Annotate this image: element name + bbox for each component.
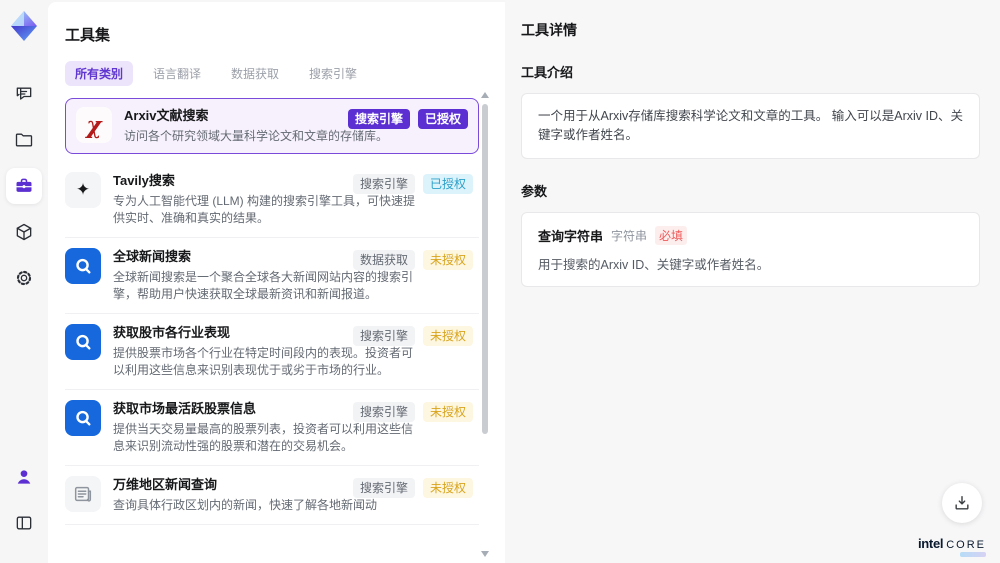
tool-list-panel: 工具集 所有类别 语言翻译 数据获取 搜索引擎 χ Arxiv文献搜索 访问各个… (48, 2, 505, 563)
tool-item-tavily[interactable]: ✦ Tavily搜索 专为人工智能代理 (LLM) 构建的搜索引擎工具，可快速提… (65, 162, 479, 238)
panel-layout-icon (16, 516, 32, 530)
tool-item-global-news[interactable]: 全球新闻搜索 全球新闻搜索是一个聚合全球各大新闻网站内容的搜索引擎，帮助用户快速… (65, 238, 479, 314)
scrollbar-thumb[interactable] (482, 104, 488, 434)
sidebar-item-account[interactable] (6, 459, 42, 495)
list-scrollbar (481, 92, 489, 557)
blue-search-logo-icon (65, 248, 101, 284)
four-point-star-icon: ✦ (65, 172, 101, 208)
cube-icon (16, 223, 32, 241)
auth-status-badge: 已授权 (417, 109, 468, 129)
tab-all-categories[interactable]: 所有类别 (65, 61, 134, 86)
category-badge: 数据获取 (352, 250, 415, 270)
chat-icon (16, 87, 32, 100)
tab-search-engine[interactable]: 搜索引擎 (299, 61, 367, 86)
tool-detail-panel: 工具详情 工具介绍 一个用于从Arxiv存储库搜索科学论文和文章的工具。 输入可… (505, 0, 1000, 563)
tool-item-arxiv[interactable]: χ Arxiv文献搜索 访问各个研究领域大量科学论文和文章的存储库。 搜索引擎 … (65, 98, 479, 154)
app-window: 工具集 所有类别 语言翻译 数据获取 搜索引擎 χ Arxiv文献搜索 访问各个… (0, 0, 1000, 563)
newspaper-icon (65, 476, 101, 512)
detail-title: 工具详情 (521, 22, 577, 38)
param-description: 用于搜索的Arxiv ID、关键字或作者姓名。 (538, 257, 770, 272)
tool-description: 访问各个研究领域大量科学论文和文章的存储库。 (124, 129, 389, 143)
sidebar-item-chat[interactable] (6, 76, 42, 112)
auth-status-badge: 未授权 (422, 402, 473, 422)
param-name: 查询字符串 (538, 228, 604, 244)
blue-search-logo-icon (65, 324, 101, 360)
sidebar-item-tools[interactable] (6, 168, 42, 204)
download-button[interactable] (942, 483, 982, 523)
app-logo-icon (11, 11, 37, 41)
param-type: 字符串 (611, 228, 648, 243)
intro-section-header: 工具介绍 (521, 65, 574, 80)
tool-description: 专为人工智能代理 (LLM) 构建的搜索引擎工具，可快速提供实时、准确和真实的结… (113, 194, 416, 225)
auth-status-badge: 未授权 (422, 250, 473, 270)
core-wordmark: CORE (946, 539, 986, 551)
download-icon (955, 496, 969, 510)
scroll-up-arrow-icon[interactable] (481, 92, 489, 98)
user-icon (17, 470, 31, 484)
tool-description: 全球新闻搜索是一个聚合全球各大新闻网站内容的搜索引擎，帮助用户快速获取全球最新资… (113, 270, 414, 301)
core-gradient-bar (960, 552, 986, 557)
tool-description: 提供股票市场各个行业在特定时间段内的表现。投资者可以利用这些信息来识别表现优于或… (113, 346, 414, 377)
blue-search-logo-icon (65, 400, 101, 436)
params-section-header: 参数 (521, 183, 548, 199)
intel-wordmark: intel (917, 536, 944, 551)
sidebar-item-packages[interactable] (6, 214, 42, 250)
tool-description: 查询具体行政区划内的新闻，快速了解各地新闻动 (113, 498, 378, 512)
page-title: 工具集 (65, 27, 111, 44)
tab-language-translation[interactable]: 语言翻译 (143, 61, 211, 86)
category-badge: 搜索引擎 (352, 402, 415, 422)
param-box: 查询字符串 字符串 必填 用于搜索的Arxiv ID、关键字或作者姓名。 (521, 211, 980, 287)
sidebar (0, 0, 48, 563)
auth-status-badge: 未授权 (422, 478, 473, 498)
intro-box: 一个用于从Arxiv存储库搜索科学论文和文章的工具。 输入可以是Arxiv ID… (521, 93, 980, 159)
category-tabs: 所有类别 语言翻译 数据获取 搜索引擎 (65, 61, 505, 86)
tool-description: 提供当天交易量最高的股票列表，投资者可以利用这些信息来识别流动性强的股票和潜在的… (113, 422, 414, 453)
settings-icon (16, 270, 32, 286)
scroll-down-arrow-icon[interactable] (481, 551, 489, 557)
tool-item-active-stocks[interactable]: 获取市场最活跃股票信息 提供当天交易量最高的股票列表，投资者可以利用这些信息来识… (65, 390, 479, 466)
category-badge: 搜索引擎 (352, 174, 415, 194)
intel-core-logo: intel CORE (917, 536, 986, 557)
auth-status-badge: 已授权 (422, 174, 473, 194)
folder-icon (15, 133, 33, 147)
toolbox-icon (16, 178, 32, 192)
category-badge: 搜索引擎 (347, 109, 410, 129)
category-badge: 搜索引擎 (352, 326, 415, 346)
sidebar-item-files[interactable] (6, 122, 42, 158)
sidebar-item-settings[interactable] (6, 260, 42, 296)
intro-text: 一个用于从Arxiv存储库搜索科学论文和文章的工具。 输入可以是Arxiv ID… (538, 109, 964, 142)
arxiv-logo-icon: χ (76, 107, 112, 143)
auth-status-badge: 未授权 (422, 326, 473, 346)
tool-item-stock-sectors[interactable]: 获取股市各行业表现 提供股票市场各个行业在特定时间段内的表现。投资者可以利用这些… (65, 314, 479, 390)
tab-data-fetch[interactable]: 数据获取 (221, 61, 289, 86)
tool-list: χ Arxiv文献搜索 访问各个研究领域大量科学论文和文章的存储库。 搜索引擎 … (65, 98, 479, 525)
sidebar-item-collapse[interactable] (6, 505, 42, 541)
tool-item-regional-news[interactable]: 万维地区新闻查询 查询具体行政区划内的新闻，快速了解各地新闻动 搜索引擎 未授权 (65, 466, 479, 525)
category-badge: 搜索引擎 (352, 478, 415, 498)
param-required-badge: 必填 (655, 225, 688, 245)
